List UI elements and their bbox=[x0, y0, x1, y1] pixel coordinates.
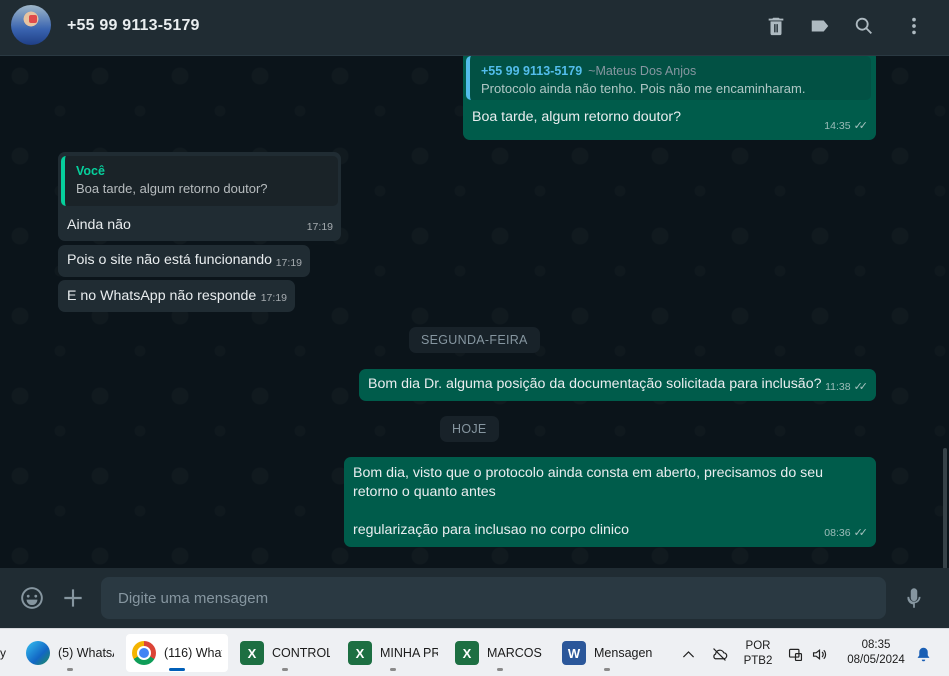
quote-author-sub: ~Mateus Dos Anjos bbox=[588, 64, 697, 78]
taskbar-app-edge[interactable]: (5) WhatsA bbox=[20, 634, 120, 672]
message-meta: 17:19 bbox=[261, 289, 287, 308]
message-text: Pois o site não está funcionando bbox=[67, 252, 273, 268]
taskbar-app-chrome[interactable]: (116) What bbox=[126, 634, 228, 672]
message-time: 17:19 bbox=[260, 292, 287, 304]
taskbar-clock[interactable]: 08:35 08/05/2024 bbox=[842, 638, 910, 668]
taskbar-label: (5) WhatsA bbox=[58, 646, 114, 660]
contact-name[interactable]: +55 99 9113-5179 bbox=[67, 17, 200, 35]
taskbar-overflow-fragment: y bbox=[0, 646, 6, 660]
taskbar-app-word[interactable]: W Mensagen bbox=[556, 634, 658, 672]
message-text-line: Bom dia, visto que o protocolo ainda con… bbox=[353, 465, 824, 481]
microphone-icon[interactable] bbox=[901, 585, 927, 611]
network-icon[interactable] bbox=[786, 645, 804, 663]
taskbar-app-excel[interactable]: X CONTROLI bbox=[234, 634, 336, 672]
taskbar-label: MARCOS ( bbox=[487, 646, 545, 660]
input-language[interactable]: POR PTB2 bbox=[743, 639, 773, 669]
taskbar-label: CONTROLI bbox=[272, 646, 330, 660]
message-incoming[interactable]: Você Boa tarde, algum retorno doutor? Ai… bbox=[58, 152, 341, 241]
read-ticks-icon: ✓✓ bbox=[853, 381, 869, 393]
chrome-icon bbox=[132, 641, 156, 665]
taskbar-label: Mensagen bbox=[594, 646, 652, 660]
message-text: Boa tarde, algum retorno doutor? bbox=[472, 109, 682, 125]
taskbar-label: (116) What bbox=[164, 646, 222, 660]
message-text: Ainda não bbox=[67, 217, 131, 233]
read-ticks-icon: ✓✓ bbox=[853, 120, 869, 132]
clock-date: 08/05/2024 bbox=[847, 654, 905, 666]
trash-icon[interactable] bbox=[764, 14, 788, 38]
quoted-message[interactable]: +55 99 9113-5179 ~Mateus Dos Anjos Protoc… bbox=[466, 56, 871, 100]
date-divider: HOJE bbox=[440, 416, 499, 442]
word-icon: W bbox=[562, 641, 586, 665]
message-outgoing[interactable]: Bom dia, visto que o protocolo ainda con… bbox=[344, 457, 876, 547]
message-incoming[interactable]: Pois o site não está funcionando 17:19 bbox=[58, 245, 310, 277]
taskbar-app-excel[interactable]: X MINHA PR bbox=[342, 634, 444, 672]
message-outgoing[interactable]: Bom dia Dr. alguma posição da documentaç… bbox=[359, 369, 876, 401]
windows-taskbar: y (5) WhatsA (116) What X CONTROLI X MIN… bbox=[0, 628, 949, 676]
read-ticks-icon: ✓✓ bbox=[853, 527, 869, 539]
keyboard-layout: PTB2 bbox=[743, 655, 773, 667]
message-text: Bom dia Dr. alguma posição da documentaç… bbox=[368, 376, 822, 392]
quote-author: +55 99 9113-5179 bbox=[481, 64, 583, 78]
label-icon[interactable] bbox=[808, 14, 832, 38]
volume-icon[interactable] bbox=[810, 645, 828, 663]
quote-author: Você bbox=[76, 164, 105, 178]
message-time: 17:19 bbox=[306, 221, 333, 233]
chevron-up-icon[interactable] bbox=[679, 645, 697, 663]
search-icon[interactable] bbox=[852, 14, 876, 38]
excel-icon: X bbox=[240, 641, 264, 665]
cloud-offline-icon[interactable] bbox=[710, 645, 728, 663]
message-incoming[interactable]: E no WhatsApp não responde 17:19 bbox=[58, 280, 295, 312]
excel-icon: X bbox=[348, 641, 372, 665]
message-meta: 11:38 ✓✓ bbox=[825, 378, 868, 397]
quote-text: Protocolo ainda não tenho. Pois não me e… bbox=[481, 81, 806, 96]
message-meta: 14:35 ✓✓ bbox=[824, 117, 868, 136]
chat-scrollbar[interactable] bbox=[943, 448, 947, 568]
language-code: POR bbox=[745, 640, 771, 652]
menu-icon[interactable] bbox=[902, 14, 926, 38]
message-input[interactable] bbox=[101, 577, 886, 619]
message-list[interactable]: +55 99 9113-5179 ~Mateus Dos Anjos Protoc… bbox=[0, 56, 949, 568]
chat-header: +55 99 9113-5179 bbox=[0, 0, 949, 56]
message-time: 08:36 bbox=[824, 527, 851, 539]
emoji-icon[interactable] bbox=[19, 585, 45, 611]
date-divider: SEGUNDA-FEIRA bbox=[409, 327, 540, 353]
message-text: E no WhatsApp não responde bbox=[67, 288, 257, 304]
message-meta: 17:19 bbox=[307, 218, 333, 237]
message-meta: 08:36 ✓✓ bbox=[824, 524, 868, 543]
message-meta: 17:19 bbox=[276, 254, 302, 273]
attach-plus-icon[interactable] bbox=[60, 585, 86, 611]
compose-bar bbox=[0, 568, 949, 628]
message-outgoing[interactable]: +55 99 9113-5179 ~Mateus Dos Anjos Protoc… bbox=[463, 56, 876, 140]
message-text-line: regularização para inclusao no corpo cli… bbox=[353, 522, 630, 538]
taskbar-app-excel[interactable]: X MARCOS ( bbox=[449, 634, 551, 672]
message-text-line: retorno o quanto antes bbox=[353, 484, 496, 500]
quote-text: Boa tarde, algum retorno doutor? bbox=[76, 181, 268, 196]
message-time: 14:35 bbox=[824, 120, 851, 132]
edge-icon bbox=[26, 641, 50, 665]
quoted-message[interactable]: Você Boa tarde, algum retorno doutor? bbox=[61, 156, 338, 206]
message-time: 11:38 bbox=[825, 381, 851, 393]
taskbar-label: MINHA PR bbox=[380, 646, 438, 660]
notification-bell-icon[interactable] bbox=[914, 645, 932, 663]
contact-avatar[interactable] bbox=[11, 5, 51, 45]
clock-time: 08:35 bbox=[861, 639, 891, 651]
excel-icon: X bbox=[455, 641, 479, 665]
message-time: 17:19 bbox=[275, 257, 302, 269]
